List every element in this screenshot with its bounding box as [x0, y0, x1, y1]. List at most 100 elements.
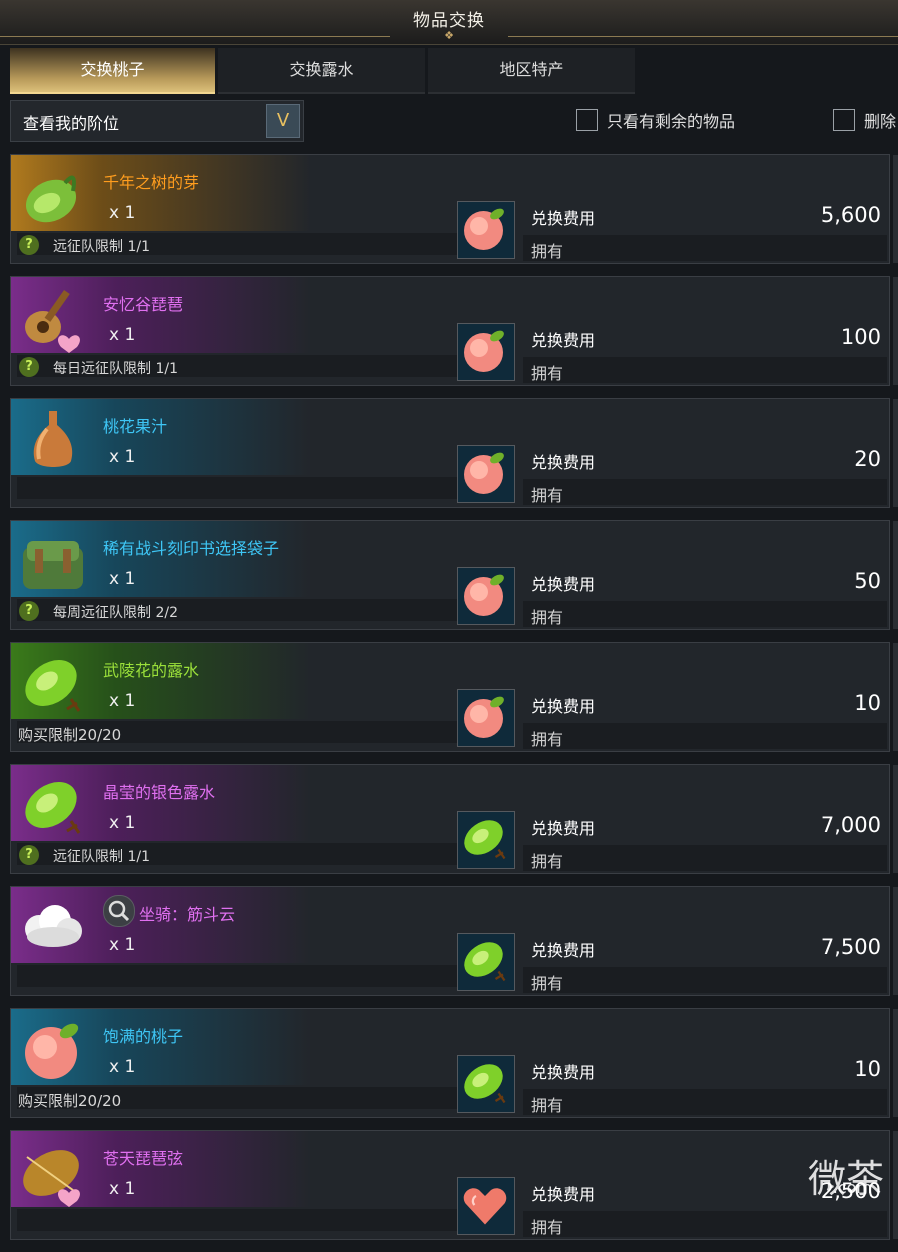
cost-label: 兑换费用 — [531, 209, 596, 228]
cost-value: 7,500 — [820, 935, 881, 959]
watermark-domain: .com — [832, 1178, 872, 1197]
peach-icon — [457, 323, 515, 381]
leaf-icon — [457, 1055, 515, 1113]
checkbox-box[interactable] — [576, 109, 598, 131]
cloud-icon[interactable] — [17, 893, 89, 965]
exchange-item-row[interactable]: 安忆谷琵琶 x 1 ? 每日远征队限制 1/1 兑换费用 100 拥有 — [10, 276, 898, 386]
lute-icon[interactable] — [17, 283, 89, 355]
peach-icon[interactable] — [17, 1015, 89, 1087]
purchase-limit: 远征队限制 1/1 — [53, 849, 150, 865]
help-icon[interactable]: ? — [19, 845, 39, 865]
owned-label: 拥有 — [531, 852, 564, 871]
purchase-limit: 远征队限制 1/1 — [53, 239, 150, 255]
row-edge — [893, 1131, 898, 1239]
tab-bar: 交换桃子 交换露水 地区特产 — [10, 48, 640, 94]
leaf-icon[interactable] — [17, 649, 89, 721]
chevron-down-icon[interactable]: V — [266, 104, 300, 138]
checkbox-box[interactable] — [833, 109, 855, 131]
cost-value: 7,000 — [820, 813, 881, 837]
owned-label: 拥有 — [531, 730, 564, 749]
limit-bar — [17, 965, 457, 987]
title-divider-right — [508, 36, 898, 37]
vase-icon[interactable] — [17, 405, 89, 477]
item-quantity: x 1 — [109, 1057, 136, 1077]
exchange-item-row[interactable]: 晶莹的银色露水 x 1 ? 远征队限制 1/1 兑换费用 7,000 拥有 — [10, 764, 898, 874]
peach-icon — [457, 689, 515, 747]
tab-exchange-peach[interactable]: 交换桃子 — [10, 48, 215, 94]
peach-icon — [457, 201, 515, 259]
owned-label: 拥有 — [531, 242, 564, 261]
peach-icon — [457, 445, 515, 503]
purchase-limit: 购买限制20/20 — [18, 726, 122, 744]
item-quantity: x 1 — [109, 813, 136, 833]
cost-label: 兑换费用 — [531, 1063, 596, 1082]
owned-label: 拥有 — [531, 974, 564, 993]
owned-bar — [523, 723, 887, 749]
window-title: 物品交换 — [413, 11, 485, 31]
exchange-item-row[interactable]: 饱满的桃子 x 1 购买限制20/20 兑换费用 10 拥有 — [10, 1008, 898, 1118]
item-quantity: x 1 — [109, 935, 136, 955]
cost-value: 50 — [854, 569, 881, 593]
title-bar: 物品交换 ❖ — [0, 0, 898, 45]
owned-label: 拥有 — [531, 608, 564, 627]
exchange-item-row[interactable]: 桃花果汁 x 1 兑换费用 20 拥有 — [10, 398, 898, 508]
row-edge — [893, 887, 898, 995]
limit-bar — [17, 1209, 457, 1231]
cost-label: 兑换费用 — [531, 941, 596, 960]
row-edge — [893, 643, 898, 751]
owned-bar — [523, 967, 887, 993]
title-divider-left — [0, 36, 390, 37]
second-filter-checkbox[interactable]: 删除 — [833, 108, 898, 132]
tab-regional-specialty[interactable]: 地区特产 — [428, 48, 635, 94]
owned-bar — [523, 845, 887, 871]
row-edge — [893, 1009, 898, 1117]
peach-icon — [457, 567, 515, 625]
item-quantity: x 1 — [109, 691, 136, 711]
row-edge — [893, 155, 898, 263]
item-quantity: x 1 — [109, 325, 136, 345]
cost-label: 兑换费用 — [531, 1185, 596, 1204]
owned-bar — [523, 235, 887, 261]
cost-value: 100 — [840, 325, 881, 349]
exchange-item-row[interactable]: 武陵花的露水 x 1 购买限制20/20 兑换费用 10 拥有 — [10, 642, 898, 752]
cost-value: 20 — [854, 447, 881, 471]
row-edge — [893, 277, 898, 385]
bag-icon[interactable] — [17, 527, 89, 599]
tab-exchange-dew[interactable]: 交换露水 — [218, 48, 425, 94]
item-quantity: x 1 — [109, 1179, 136, 1199]
cost-label: 兑换费用 — [531, 697, 596, 716]
item-name: 稀有战斗刻印书选择袋子 — [103, 539, 280, 558]
owned-bar — [523, 601, 887, 627]
help-icon[interactable]: ? — [19, 235, 39, 255]
tier-dropdown-value: 查看我的阶位 — [23, 114, 120, 133]
help-icon[interactable]: ? — [19, 357, 39, 377]
cost-value: 10 — [854, 1057, 881, 1081]
leaf-icon — [457, 811, 515, 869]
exchange-item-row[interactable]: 千年之树的芽 x 1 ? 远征队限制 1/1 兑换费用 5,600 拥有 — [10, 154, 898, 264]
item-name: 坐骑：筋斗云 — [139, 905, 236, 924]
tier-dropdown[interactable]: 查看我的阶位 V — [10, 100, 304, 142]
owned-bar — [523, 1089, 887, 1115]
row-edge — [893, 765, 898, 873]
leaf-icon[interactable] — [17, 771, 89, 843]
exchange-item-list: 千年之树的芽 x 1 ? 远征队限制 1/1 兑换费用 5,600 拥有 安忆谷… — [10, 154, 898, 1252]
exchange-item-row[interactable]: 坐骑：筋斗云 x 1 兑换费用 7,500 拥有 — [10, 886, 898, 996]
magnifier-icon[interactable] — [103, 895, 135, 927]
item-name: 千年之树的芽 — [103, 173, 200, 192]
help-icon[interactable]: ? — [19, 601, 39, 621]
heart-icon — [457, 1177, 515, 1235]
owned-label: 拥有 — [531, 1218, 564, 1237]
exchange-item-row[interactable]: 稀有战斗刻印书选择袋子 x 1 ? 每周远征队限制 2/2 兑换费用 50 拥有 — [10, 520, 898, 630]
remaining-only-checkbox[interactable]: 只看有剩余的物品 — [576, 108, 735, 132]
checkbox-label: 只看有剩余的物品 — [607, 112, 736, 131]
row-edge — [893, 521, 898, 629]
exchange-item-row[interactable]: 苍天琵琶弦 x 1 兑换费用 2,500 拥有 — [10, 1130, 898, 1240]
owned-label: 拥有 — [531, 486, 564, 505]
purchase-limit: 每周远征队限制 2/2 — [53, 605, 178, 621]
item-name: 安忆谷琵琶 — [103, 295, 184, 314]
string-icon[interactable] — [17, 1137, 89, 1209]
cost-value: 10 — [854, 691, 881, 715]
owned-bar — [523, 479, 887, 505]
sprout-icon[interactable] — [17, 161, 89, 233]
item-name: 苍天琵琶弦 — [103, 1149, 184, 1168]
